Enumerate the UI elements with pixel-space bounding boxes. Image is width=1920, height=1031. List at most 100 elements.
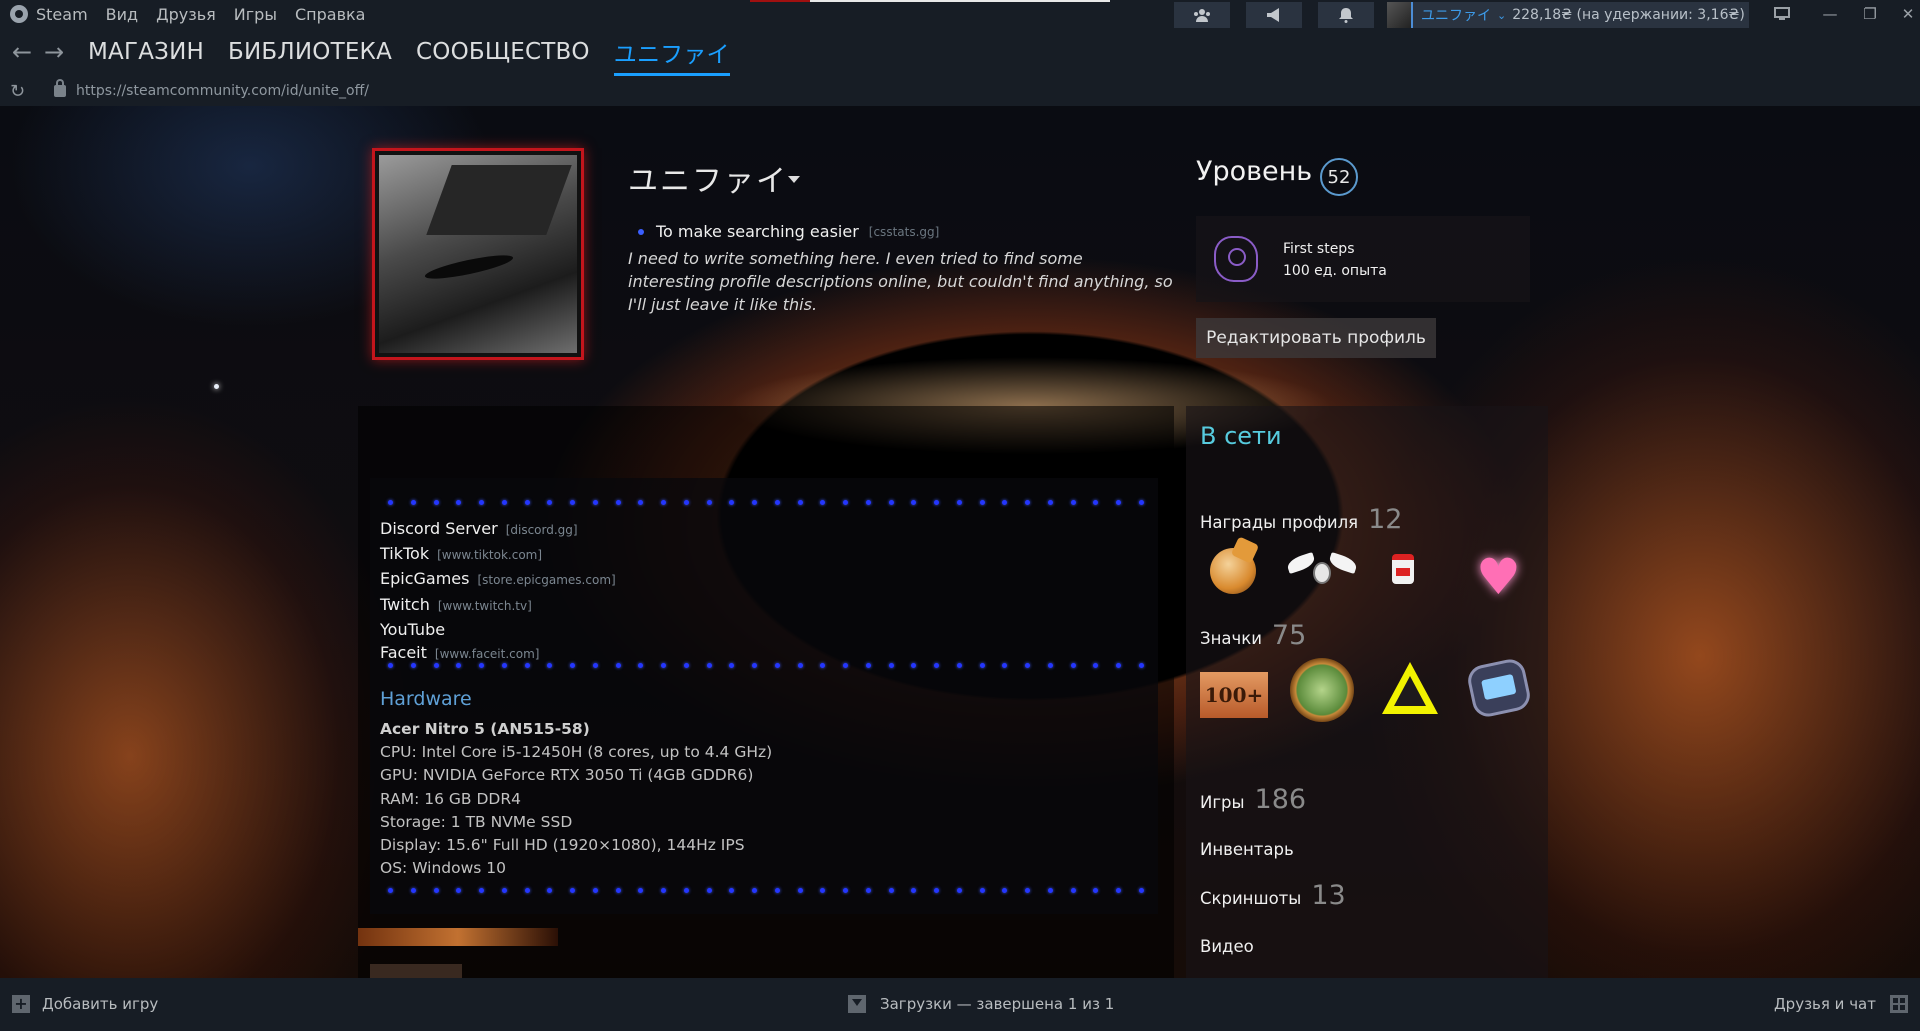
edit-profile-button[interactable]: Редактировать профиль [1196,318,1436,358]
divider-dot [388,888,393,893]
divider-dot [797,663,803,668]
showcase-artwork-tab[interactable] [370,964,462,978]
level-badge[interactable]: 52 [1320,158,1358,196]
tab-store[interactable]: МАГАЗИН [88,39,204,65]
tab-community[interactable]: СООБЩЕСТВО [416,39,590,65]
persona-dropdown-caret-icon[interactable] [788,176,800,183]
friends-grid-icon [1890,995,1908,1013]
download-icon [848,995,866,1013]
maximize-button[interactable]: ❐ [1850,0,1890,28]
divider-dot [956,663,962,668]
divider-dot [547,888,553,893]
divider-dot [934,663,939,668]
profile-awards-link[interactable]: Награды профиля 12 [1200,504,1402,535]
device-badge-icon[interactable] [1465,656,1538,724]
divider-dot [1093,888,1099,893]
account-avatar [1387,2,1413,28]
account-menu[interactable]: ユニファイ ⌄ 228,18₴ (на удержании: 3,16₴) [1387,2,1749,28]
profile-avatar[interactable] [372,148,584,360]
divider-dot [592,888,598,893]
favorite-badge[interactable]: First steps 100 ед. опыта [1196,216,1530,302]
link-discord[interactable]: Discord Server [380,519,498,538]
divider-dot [1025,500,1030,505]
list-item: OS: Windows 10 [380,859,507,878]
tab-profile[interactable]: ユニファイ [613,35,730,76]
divider-dot [1070,500,1076,505]
star-decoration [214,384,219,389]
refresh-icon[interactable]: ↻ [10,81,34,102]
friends-chat-button[interactable]: Друзья и чат [1774,995,1908,1013]
divider-dot [501,500,507,505]
divider-dot [888,663,894,668]
divider-dot [1070,888,1076,893]
link-youtube[interactable]: YouTube [380,620,445,639]
megaphone-icon [1267,8,1279,22]
bottom-bar: + Добавить игру Загрузки — завершена 1 и… [0,978,1920,1031]
add-game-button[interactable]: + Добавить игру [12,995,158,1013]
link-faceit[interactable]: Faceit [380,643,427,662]
bell-icon [1339,8,1353,23]
screenshots-link[interactable]: Скриншоты 13 [1200,880,1346,911]
divider-dot [570,500,575,505]
menu-view[interactable]: Вид [106,5,138,24]
divider-dot [1093,663,1099,668]
dot-divider [388,500,1144,506]
link-tiktok[interactable]: TikTok [380,544,429,563]
100-plus-badge-icon[interactable]: 100+ [1198,666,1270,734]
summary-link[interactable]: To make searching easier [656,222,859,241]
menu-steam[interactable]: Steam [36,5,88,24]
favorite-badge-xp: 100 ед. опыта [1283,263,1387,279]
url-text[interactable]: https://steamcommunity.com/id/unite_off/ [76,83,369,99]
tree-badge-icon[interactable] [1288,658,1360,726]
divider-dot [843,888,848,893]
videos-link[interactable]: Видео [1200,937,1254,956]
monitor-icon [1774,7,1790,20]
games-count: 186 [1254,784,1307,815]
games-link[interactable]: Игры 186 [1200,784,1306,815]
online-status: В сети [1200,422,1282,450]
lock-icon [54,79,66,97]
divider-dot [752,888,757,893]
link-twitch[interactable]: Twitch [380,595,430,614]
big-picture-button[interactable] [1762,0,1802,28]
divider-dot [911,500,917,505]
list-item: Discord Server [discord.gg] [380,519,578,538]
minimize-button[interactable]: — [1810,0,1850,28]
divider-dot [956,888,962,893]
divider-dot [911,663,917,668]
divider-dot [752,500,757,505]
divider-dot [774,500,780,505]
inventory-link[interactable]: Инвентарь [1200,840,1294,859]
heart-award-icon[interactable]: ♥ [1462,540,1526,602]
divider-dot [911,888,917,893]
soda-can-award-icon[interactable] [1374,540,1438,600]
friends-activity-button[interactable] [1174,2,1230,28]
back-arrow-icon[interactable]: ← [6,38,38,66]
divider-dot [1025,888,1030,893]
tab-library[interactable]: БИБЛИОТЕКА [228,39,392,65]
showcase-artwork-strip [358,928,558,946]
menu-help[interactable]: Справка [295,5,366,24]
divider-dot [638,888,644,893]
menu-friends[interactable]: Друзья [156,5,216,24]
steam-logo-icon[interactable] [10,5,28,23]
downloads-status[interactable]: Загрузки — завершена 1 из 1 [848,995,1114,1013]
fox-award-icon[interactable] [1200,536,1264,600]
divider-dot [979,888,985,893]
badges-link[interactable]: Значки 75 [1200,620,1306,651]
divider-dot [1047,888,1053,893]
winged-coin-award-icon[interactable] [1285,540,1359,600]
divider-dot [1093,500,1099,505]
menu-games[interactable]: Игры [234,5,277,24]
forward-arrow-icon[interactable]: → [38,38,70,66]
divider-dot [683,663,689,668]
close-button[interactable]: ✕ [1888,0,1920,28]
triangle-badge-icon[interactable] [1378,660,1450,728]
link-epicgames[interactable]: EpicGames [380,569,469,588]
summary-link-host: [csstats.gg] [868,224,940,239]
notifications-button[interactable] [1318,2,1374,28]
avatar-image [379,155,577,353]
divider-dot [865,500,871,505]
announcements-button[interactable] [1246,2,1302,28]
url-bar: ↻ https://steamcommunity.com/id/unite_of… [0,76,1920,106]
